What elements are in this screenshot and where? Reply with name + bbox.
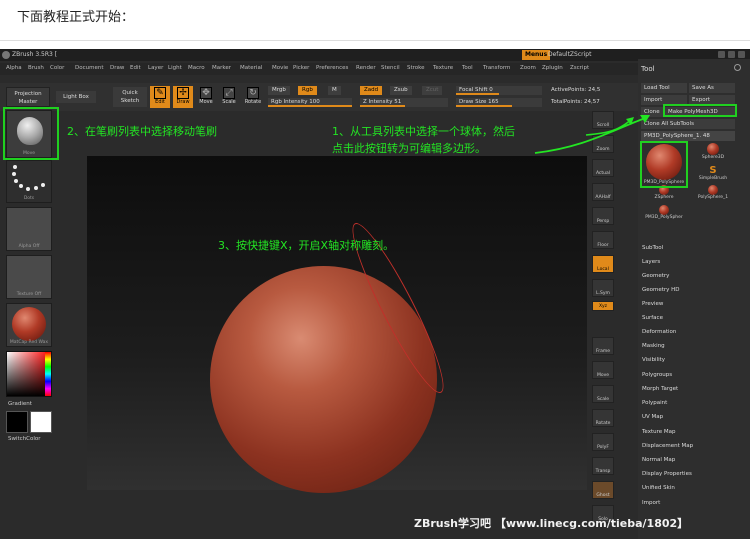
- zbrush-window: ZBrush 3.5R3 [ Menus DefaultZScript Alph…: [0, 49, 750, 539]
- article-heading: 下面教程正式开始：: [17, 10, 135, 25]
- step3-annotation: 3、按快捷键X，开启X轴对称雕刻。: [218, 239, 395, 252]
- watermark-text: ZBrush学习吧 【www.linecg.com/tieba/1802】: [414, 517, 689, 530]
- page-divider: [0, 40, 750, 41]
- annotation-arrows: [534, 115, 650, 154]
- step2-annotation: 2、在笔刷列表中选择移动笔刷: [67, 125, 217, 138]
- step1-annotation-line2: 点击此按钮转为可编辑多边形。: [332, 142, 486, 155]
- step1-annotation-line1: 1、从工具列表中选择一个球体，然后: [332, 125, 515, 138]
